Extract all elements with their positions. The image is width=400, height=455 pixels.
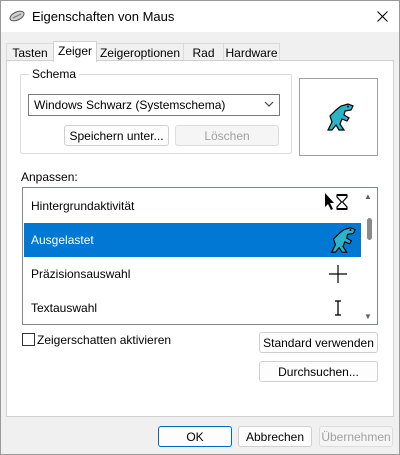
crosshair-cursor-icon — [329, 265, 347, 283]
browse-button[interactable]: Durchsuchen... — [259, 361, 378, 382]
cancel-button[interactable]: Abbrechen — [238, 426, 312, 447]
title-bar: Eigenschaften von Maus — [1, 1, 399, 32]
schema-legend: Schema — [29, 67, 80, 81]
list-item-label: Textauswahl — [31, 301, 98, 315]
tab-zeigeroptionen[interactable]: Zeigeroptionen — [96, 43, 184, 61]
scrollbar-thumb[interactable] — [367, 218, 372, 240]
close-button[interactable] — [365, 1, 399, 32]
tab-rad[interactable]: Rad — [183, 43, 224, 61]
list-item-label: Hintergrundaktivität — [31, 199, 135, 213]
list-item-praezisionsauswahl[interactable]: Präzisionsauswahl — [24, 257, 361, 291]
list-item-ausgelastet[interactable]: Ausgelastet — [24, 223, 361, 257]
tab-label: Tasten — [12, 46, 48, 60]
list-item-hintergrundaktivitaet[interactable]: Hintergrundaktivität — [24, 189, 361, 223]
button-label: OK — [186, 430, 204, 444]
cursor-list[interactable]: Hintergrundaktivität Ausgelastet Präzisi… — [22, 187, 378, 325]
cursor-preview — [299, 78, 378, 156]
button-label: Speichern unter... — [69, 129, 164, 143]
tab-label: Zeiger — [57, 44, 92, 58]
i-beam-cursor-icon — [335, 300, 341, 316]
tab-label: Zeigeroptionen — [99, 46, 181, 60]
dinosaur-busy-cursor-icon — [330, 227, 356, 253]
customize-label: Anpassen: — [21, 170, 78, 184]
list-item-label: Präzisionsauswahl — [31, 267, 131, 281]
apply-button[interactable]: Übernehmen — [319, 426, 393, 447]
tab-tasten[interactable]: Tasten — [6, 43, 54, 61]
button-label: Übernehmen — [321, 430, 391, 444]
button-label: Abbrechen — [245, 430, 305, 444]
mouse-properties-window: Eigenschaften von Maus Tasten Zeiger Zei… — [0, 0, 400, 455]
ok-button[interactable]: OK — [158, 426, 232, 447]
list-item-textauswahl[interactable]: Textauswahl — [24, 291, 361, 324]
window-title: Eigenschaften von Maus — [32, 9, 175, 24]
mouse-icon — [9, 10, 25, 22]
scroll-up-arrow-icon[interactable]: ▲ — [364, 192, 372, 201]
schema-select[interactable]: Windows Schwarz (Systemschema) — [28, 94, 280, 116]
arrow-hourglass-cursor-icon — [325, 193, 348, 210]
use-default-button[interactable]: Standard verwenden — [259, 332, 378, 353]
chevron-down-icon — [264, 101, 274, 107]
schema-selected-value: Windows Schwarz (Systemschema) — [34, 98, 226, 112]
button-label: Löschen — [204, 129, 250, 143]
shadow-checkbox-label: Zeigerschatten aktivieren — [37, 333, 172, 347]
close-icon — [376, 11, 388, 22]
tab-hardware[interactable]: Hardware — [223, 43, 280, 61]
tab-label: Rad — [192, 46, 215, 60]
tab-label: Hardware — [225, 46, 278, 60]
save-as-button[interactable]: Speichern unter... — [64, 125, 169, 146]
dinosaur-busy-cursor-icon — [327, 103, 354, 131]
delete-button[interactable]: Löschen — [175, 125, 279, 146]
shadow-checkbox[interactable] — [22, 333, 35, 346]
list-scrollbar[interactable]: ▲ ▼ — [362, 189, 376, 323]
button-label: Standard verwenden — [263, 336, 374, 350]
tab-zeiger[interactable]: Zeiger — [53, 41, 97, 62]
button-label: Durchsuchen... — [278, 365, 359, 379]
list-item-label: Ausgelastet — [31, 233, 94, 247]
scroll-down-arrow-icon[interactable]: ▼ — [364, 312, 372, 321]
